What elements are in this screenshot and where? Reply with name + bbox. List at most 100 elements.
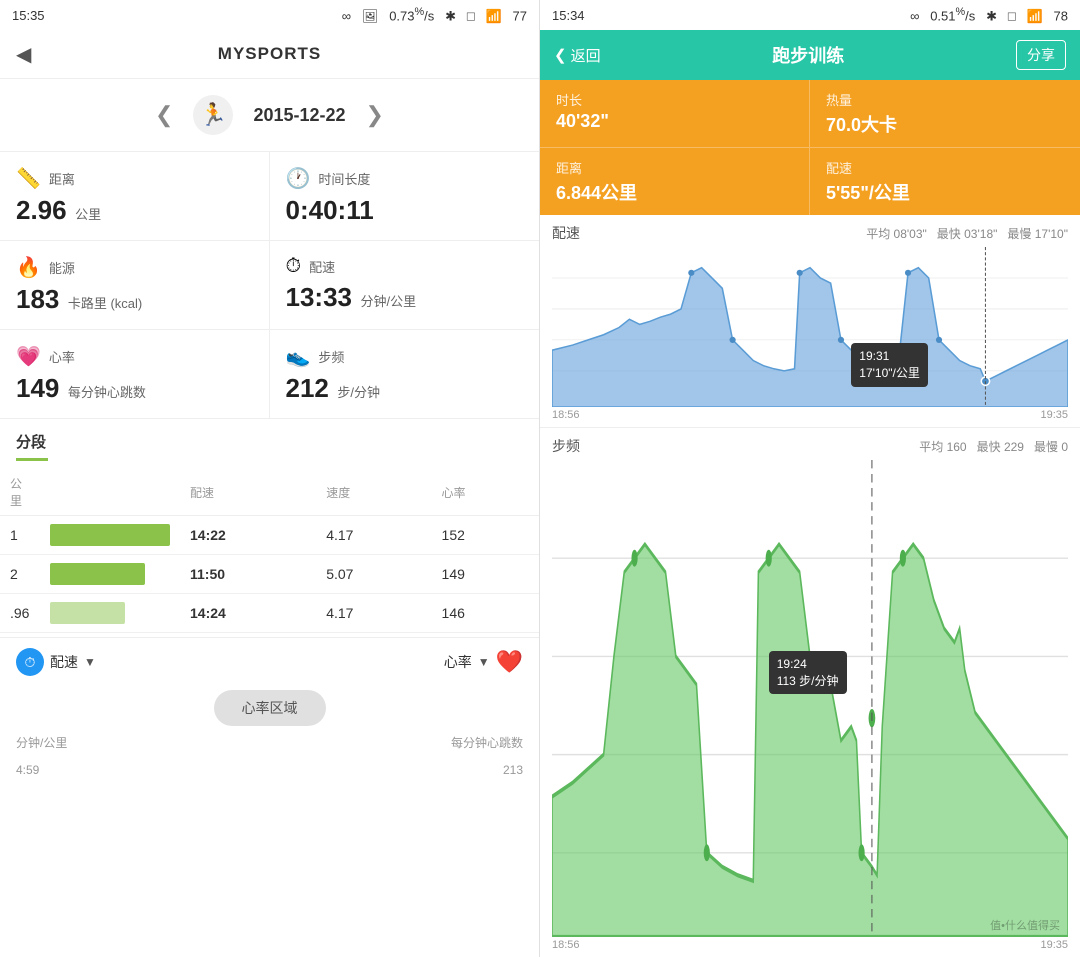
cadence-icon: 👟 bbox=[286, 344, 311, 369]
next-date-button[interactable]: ❯ bbox=[366, 102, 384, 128]
pace-value: 13:33 bbox=[286, 282, 353, 312]
row-speed: 4.17 bbox=[316, 516, 431, 555]
row-bar bbox=[40, 594, 180, 633]
distance-unit: 公里 bbox=[75, 207, 101, 222]
summary-cell: 热量 70.0大卡 bbox=[810, 80, 1080, 148]
row-km: 2 bbox=[0, 555, 40, 594]
pace-ctrl-dropdown[interactable]: ▼ bbox=[84, 655, 96, 669]
duration-icon: 🕐 bbox=[286, 166, 311, 191]
distance-label: 距离 bbox=[49, 169, 75, 188]
row-pace: 14:24 bbox=[180, 594, 316, 633]
calories-icon: 🔥 bbox=[16, 255, 41, 280]
heart-zone-button[interactable]: 心率区域 bbox=[214, 690, 326, 726]
row-bar bbox=[40, 516, 180, 555]
duration-label: 时间长度 bbox=[318, 169, 370, 188]
col-speed: 速度 bbox=[316, 469, 431, 516]
summary-label: 时长 bbox=[556, 90, 793, 109]
distance-value: 2.96 bbox=[16, 195, 67, 225]
left-time: 15:35 bbox=[12, 8, 45, 23]
pace-icon: ⏱ bbox=[286, 255, 302, 278]
cadence-value: 212 bbox=[286, 373, 329, 403]
row-bar bbox=[40, 555, 180, 594]
calories-unit: 卡路里 (kcal) bbox=[68, 296, 142, 311]
status-bar-left: 15:35 ∞ 🖼 0.73%/s ✱ □ 📶 77 bbox=[0, 0, 539, 30]
pace-chart-times: 18:56 19:35 bbox=[552, 407, 1068, 423]
summary-value: 40'32" bbox=[556, 111, 793, 132]
top-nav: ❮ 返回 跑步训练 分享 bbox=[540, 30, 1080, 80]
segment-divider bbox=[16, 458, 48, 461]
cadence-time-end: 19:35 bbox=[1040, 939, 1068, 951]
cadence-chart-title: 步频 bbox=[552, 436, 580, 456]
row-km: .96 bbox=[0, 594, 40, 633]
cadence-unit: 步/分钟 bbox=[337, 385, 380, 400]
right-axis-value: 213 bbox=[503, 763, 523, 777]
cadence-chart-area: 19:24 113 步/分钟 值•什么值得买 bbox=[552, 460, 1068, 937]
pace-time-end: 19:35 bbox=[1040, 409, 1068, 421]
back-chevron: ❮ bbox=[554, 46, 567, 64]
share-button[interactable]: 分享 bbox=[1016, 40, 1066, 70]
pace-chart-title: 配速 bbox=[552, 223, 580, 243]
row-speed: 5.07 bbox=[316, 555, 431, 594]
distance-icon: 📏 bbox=[16, 166, 41, 191]
activity-icon: 🏃 bbox=[193, 95, 233, 135]
pace-unit: 分钟/公里 bbox=[360, 294, 416, 309]
left-axis-value: 4:59 bbox=[16, 763, 39, 777]
cadence-chart-section: 步频 平均 160 最快 229 最慢 0 bbox=[540, 428, 1080, 957]
summary-label: 距离 bbox=[556, 158, 793, 177]
summary-grid: 时长 40'32" 热量 70.0大卡 距离 6.844公里 配速 5'55"/… bbox=[540, 80, 1080, 215]
row-hr: 146 bbox=[432, 594, 539, 633]
row-speed: 4.17 bbox=[316, 594, 431, 633]
prev-date-button[interactable]: ❮ bbox=[155, 102, 173, 128]
stat-cadence: 👟 步频 212 步/分钟 bbox=[270, 330, 540, 419]
heart-icon: ❤️ bbox=[496, 649, 523, 675]
col-pace: 配速 bbox=[180, 469, 316, 516]
cadence-time-start: 18:56 bbox=[552, 939, 580, 951]
calories-value: 183 bbox=[16, 284, 59, 314]
back-button[interactable]: ◀ bbox=[16, 42, 31, 67]
stat-heartrate: 💗 心率 149 每分钟心跳数 bbox=[0, 330, 270, 419]
cadence-chart-times: 18:56 19:35 bbox=[552, 937, 1068, 953]
left-status-icons: ∞ 🖼 0.73%/s ✱ □ 📶 77 bbox=[342, 6, 527, 24]
right-status-icons: ∞ 0.51%/s ✱ □ 📶 78 bbox=[910, 6, 1068, 24]
summary-value: 6.844公里 bbox=[556, 179, 793, 205]
stats-grid: 📏 距离 2.96 公里 🕐 时间长度 0:40:11 🔥 能源 bbox=[0, 152, 539, 419]
cadence-chart-stats: 平均 160 最快 229 最慢 0 bbox=[919, 438, 1068, 455]
right-time: 15:34 bbox=[552, 8, 585, 23]
back-label: 返回 bbox=[571, 45, 601, 66]
nav-title: 跑步训练 bbox=[611, 42, 1006, 68]
current-date: 2015-12-22 bbox=[253, 105, 345, 126]
status-bar-right: 15:34 ∞ 0.51%/s ✱ □ 📶 78 bbox=[540, 0, 1080, 30]
right-axis-label: 每分钟心跳数 bbox=[451, 734, 523, 751]
heartrate-icon: 💗 bbox=[16, 344, 41, 369]
pace-label: 配速 bbox=[309, 257, 335, 276]
segment-table: 公里 配速 速度 心率 1 14:22 4.17 152 2 11:50 5.0… bbox=[0, 469, 539, 633]
pace-chart-section: 配速 平均 08'03" 最快 03'18" 最慢 17'10" bbox=[540, 215, 1080, 428]
stat-pace: ⏱ 配速 13:33 分钟/公里 bbox=[270, 241, 540, 330]
left-panel: 15:35 ∞ 🖼 0.73%/s ✱ □ 📶 77 ◀ MYSPORTS ❮ … bbox=[0, 0, 540, 957]
hr-ctrl-label[interactable]: 心率 bbox=[444, 652, 472, 672]
stat-calories: 🔥 能源 183 卡路里 (kcal) bbox=[0, 241, 270, 330]
hr-control: 心率 ▼ ❤️ bbox=[444, 649, 523, 675]
summary-label: 配速 bbox=[826, 158, 1064, 177]
hr-ctrl-dropdown[interactable]: ▼ bbox=[478, 655, 490, 669]
table-row: .96 14:24 4.17 146 bbox=[0, 594, 539, 633]
duration-value: 0:40:11 bbox=[286, 195, 374, 225]
watermark: 值•什么值得买 bbox=[990, 917, 1060, 933]
heartrate-unit: 每分钟心跳数 bbox=[68, 385, 146, 400]
right-panel: 15:34 ∞ 0.51%/s ✱ □ 📶 78 ❮ 返回 跑步训练 分享 时长… bbox=[540, 0, 1080, 957]
row-hr: 152 bbox=[432, 516, 539, 555]
col-bar bbox=[40, 469, 180, 516]
calories-label: 能源 bbox=[49, 258, 75, 277]
col-hr: 心率 bbox=[432, 469, 539, 516]
pace-ctrl-icon: ⏱ bbox=[16, 648, 44, 676]
left-axis-label: 分钟/公里 bbox=[16, 734, 67, 751]
back-button-right[interactable]: ❮ 返回 bbox=[554, 45, 601, 66]
summary-value: 5'55"/公里 bbox=[826, 179, 1064, 205]
col-km: 公里 bbox=[0, 469, 40, 516]
pace-chart-area: 19:31 17'10"/公里 bbox=[552, 247, 1068, 407]
heartrate-label: 心率 bbox=[49, 347, 75, 366]
segment-title: 分段 bbox=[0, 419, 539, 456]
table-row: 1 14:22 4.17 152 bbox=[0, 516, 539, 555]
pace-ctrl-label[interactable]: 配速 bbox=[50, 652, 78, 672]
chart-controls: ⏱ 配速 ▼ 心率 ▼ ❤️ bbox=[0, 637, 539, 686]
